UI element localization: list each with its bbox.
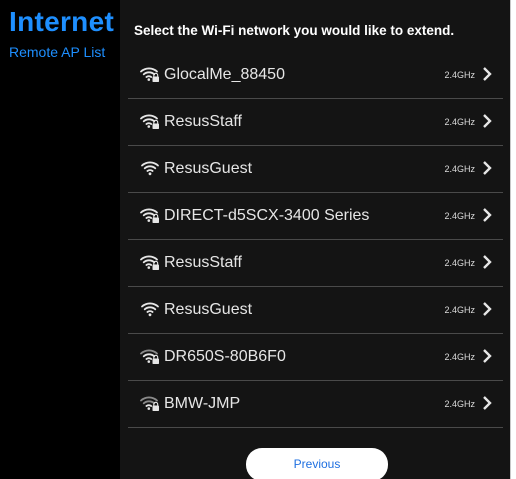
chevron-right-icon (483, 208, 492, 222)
network-row[interactable]: BMW-JMP 2.4GHz (128, 381, 503, 428)
network-band: 2.4GHz (444, 352, 475, 362)
network-ssid: GlocalMe_88450 (164, 66, 285, 83)
chevron-right-icon (483, 161, 492, 175)
network-row[interactable]: ResusGuest 2.4GHz (128, 146, 503, 193)
remote-ap-list-link[interactable]: Remote AP List (9, 43, 105, 61)
wifi-lock-icon (140, 67, 159, 82)
network-band: 2.4GHz (444, 399, 475, 409)
wifi-lock-icon (140, 396, 159, 411)
chevron-right-icon (483, 349, 492, 363)
chevron-right-icon (483, 67, 492, 81)
network-ssid: DIRECT-d5SCX-3400 Series (164, 207, 370, 224)
network-selection-panel: Select the Wi-Fi network you would like … (120, 0, 510, 479)
chevron-right-icon (483, 302, 492, 316)
network-row[interactable]: GlocalMe_88450 2.4GHz (128, 52, 503, 99)
network-ssid: ResusGuest (164, 160, 253, 177)
sidebar: Internet Remote AP List (0, 0, 120, 479)
network-band: 2.4GHz (444, 305, 475, 315)
sidebar-title: Internet (9, 6, 115, 37)
previous-button[interactable]: Previous (246, 448, 388, 479)
network-row[interactable]: ResusStaff 2.4GHz (128, 240, 503, 287)
network-ssid: ResusGuest (164, 301, 253, 318)
instruction-text: Select the Wi-Fi network you would like … (134, 23, 455, 38)
network-band: 2.4GHz (444, 211, 475, 221)
network-band: 2.4GHz (444, 70, 475, 80)
network-row[interactable]: ResusGuest 2.4GHz (128, 287, 503, 334)
wifi-icon (141, 302, 159, 317)
wifi-icon (141, 161, 159, 176)
network-ssid: DR650S-80B6F0 (164, 348, 286, 365)
network-ssid: ResusStaff (164, 254, 242, 271)
wifi-lock-icon (140, 349, 159, 364)
wifi-lock-icon (140, 114, 159, 129)
network-list: GlocalMe_88450 2.4GHz ResusStaff 2.4GHz (128, 52, 503, 428)
chevron-right-icon (483, 114, 492, 128)
network-band: 2.4GHz (444, 164, 475, 174)
network-row[interactable]: ResusStaff 2.4GHz (128, 99, 503, 146)
router-setup-window: Internet Remote AP List Select the Wi-Fi… (0, 0, 511, 479)
network-ssid: BMW-JMP (164, 395, 241, 412)
network-band: 2.4GHz (444, 258, 475, 268)
network-row[interactable]: DR650S-80B6F0 2.4GHz (128, 334, 503, 381)
chevron-right-icon (483, 255, 492, 269)
network-ssid: ResusStaff (164, 113, 242, 130)
network-row[interactable]: DIRECT-d5SCX-3400 Series 2.4GHz (128, 193, 503, 240)
wifi-lock-icon (140, 208, 159, 223)
chevron-right-icon (483, 396, 492, 410)
network-band: 2.4GHz (444, 117, 475, 127)
wifi-lock-icon (140, 255, 159, 270)
